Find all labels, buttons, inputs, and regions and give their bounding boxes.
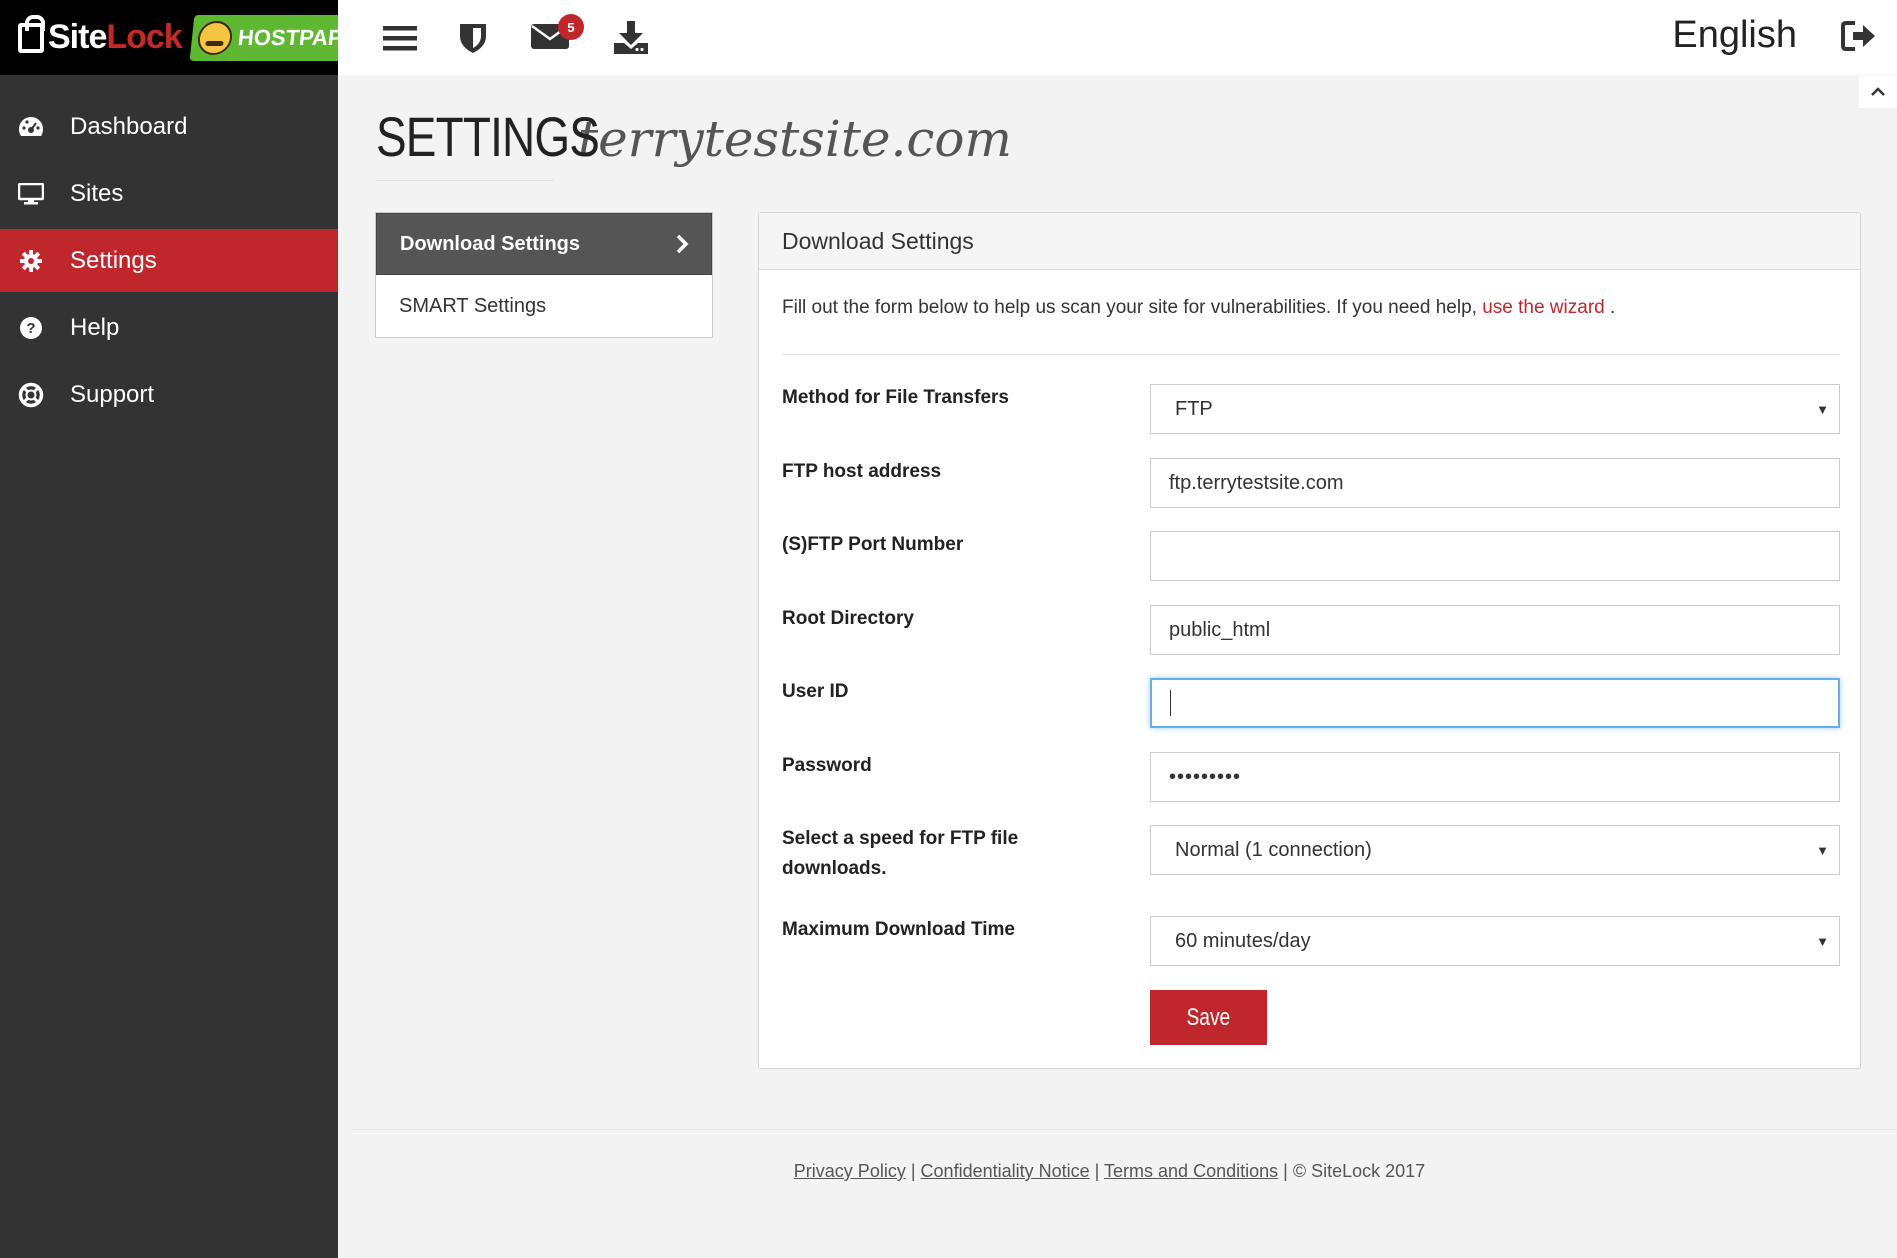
settings-subnav: Download Settings SMART Settings xyxy=(375,212,713,338)
logout-icon[interactable] xyxy=(1841,20,1877,57)
port-input[interactable] xyxy=(1150,531,1840,581)
sidebar-item-dashboard[interactable]: Dashboard xyxy=(0,95,338,158)
sidebar-item-sites[interactable]: Sites xyxy=(0,162,338,225)
sidebar-item-label: Support xyxy=(70,380,155,408)
subnav-smart-settings[interactable]: SMART Settings xyxy=(376,275,712,337)
sidebar-item-label: Help xyxy=(70,313,120,341)
messages-button[interactable]: 5 xyxy=(530,14,584,58)
ftp-host-input[interactable]: ftp.terrytestsite.com xyxy=(1150,458,1840,508)
sidebar-item-label: Sites xyxy=(70,179,124,207)
password-input[interactable]: ••••••••• xyxy=(1150,752,1840,802)
method-label: Method for File Transfers xyxy=(782,387,1009,408)
page-title-text: SETTINGS xyxy=(376,105,600,168)
caret-down-icon: ▼ xyxy=(1816,934,1829,949)
logo-bar: Site Lock HOSTPAPA xyxy=(0,0,370,75)
dashboard-icon xyxy=(18,114,44,140)
speed-select[interactable]: Normal (1 connection) ▼ xyxy=(1150,825,1840,875)
root-directory-input[interactable]: public_html xyxy=(1150,605,1840,655)
download-settings-panel: Download Settings Fill out the form belo… xyxy=(758,212,1861,1069)
sidebar-item-label: Dashboard xyxy=(70,112,188,140)
sidebar: Site Lock HOSTPAPA Dashboard Sites Settin… xyxy=(0,0,370,1258)
page-title: SETTINGS terrytestsite.com xyxy=(376,104,1012,169)
gear-icon xyxy=(18,248,44,274)
page-title-site: terrytestsite.com xyxy=(578,110,1012,168)
svg-text:?: ? xyxy=(26,320,35,337)
footer: Privacy Policy | Confidentiality Notice … xyxy=(793,1161,1426,1181)
lock-icon xyxy=(18,14,45,53)
lifebuoy-icon xyxy=(18,382,44,408)
shield-icon[interactable] xyxy=(458,18,488,58)
chevron-right-icon xyxy=(675,234,689,260)
language-selector[interactable]: English xyxy=(1672,14,1797,57)
scroll-top-button[interactable] xyxy=(1859,76,1897,108)
password-label: Password xyxy=(782,755,872,776)
sidebar-item-support[interactable]: Support xyxy=(0,363,338,426)
sitelock-logo[interactable]: Site Lock xyxy=(18,14,183,57)
question-circle-icon: ? xyxy=(18,315,44,341)
max-time-select[interactable]: 60 minutes/day ▼ xyxy=(1150,916,1840,966)
sidebar-nav: Dashboard Sites Settings ? Help Support xyxy=(0,95,338,426)
chevron-up-icon xyxy=(1870,83,1886,101)
top-bar: 5 English xyxy=(338,0,1897,75)
save-button[interactable]: Save xyxy=(1150,990,1267,1045)
subnav-download-settings[interactable]: Download Settings xyxy=(376,213,712,275)
privacy-policy-link[interactable]: Privacy Policy xyxy=(794,1161,906,1181)
divider xyxy=(782,354,1840,355)
caret-down-icon: ▼ xyxy=(1816,402,1829,417)
sidebar-item-settings[interactable]: Settings xyxy=(0,229,338,292)
user-id-label: User ID xyxy=(782,681,849,702)
hostpapa-mascot-icon xyxy=(195,20,234,55)
footer-divider xyxy=(352,1129,1897,1130)
download-icon[interactable] xyxy=(613,18,649,58)
port-label: (S)FTP Port Number xyxy=(782,534,964,555)
panel-heading: Download Settings xyxy=(759,213,1860,270)
method-select[interactable]: FTP ▼ xyxy=(1150,384,1840,434)
confidentiality-notice-link[interactable]: Confidentiality Notice xyxy=(921,1161,1090,1181)
sidebar-item-help[interactable]: ? Help xyxy=(0,296,338,359)
menu-icon[interactable] xyxy=(382,18,418,58)
text-cursor xyxy=(1170,690,1171,716)
monitor-icon xyxy=(18,181,44,207)
terms-conditions-link[interactable]: Terms and Conditions xyxy=(1104,1161,1278,1181)
speed-label: Select a speed for FTP file downloads. xyxy=(782,828,1019,879)
user-id-input[interactable] xyxy=(1150,678,1840,728)
copyright: © SiteLock 2017 xyxy=(1292,1161,1426,1181)
intro-text: Fill out the form below to help us scan … xyxy=(782,297,1616,318)
caret-down-icon: ▼ xyxy=(1816,843,1829,858)
ftp-host-label: FTP host address xyxy=(782,461,942,482)
wizard-link[interactable]: use the wizard xyxy=(1482,297,1605,318)
title-divider xyxy=(376,180,554,181)
messages-count-badge: 5 xyxy=(558,14,584,40)
sidebar-item-label: Settings xyxy=(70,246,157,274)
root-directory-label: Root Directory xyxy=(782,608,914,629)
max-time-label: Maximum Download Time xyxy=(782,919,1015,940)
